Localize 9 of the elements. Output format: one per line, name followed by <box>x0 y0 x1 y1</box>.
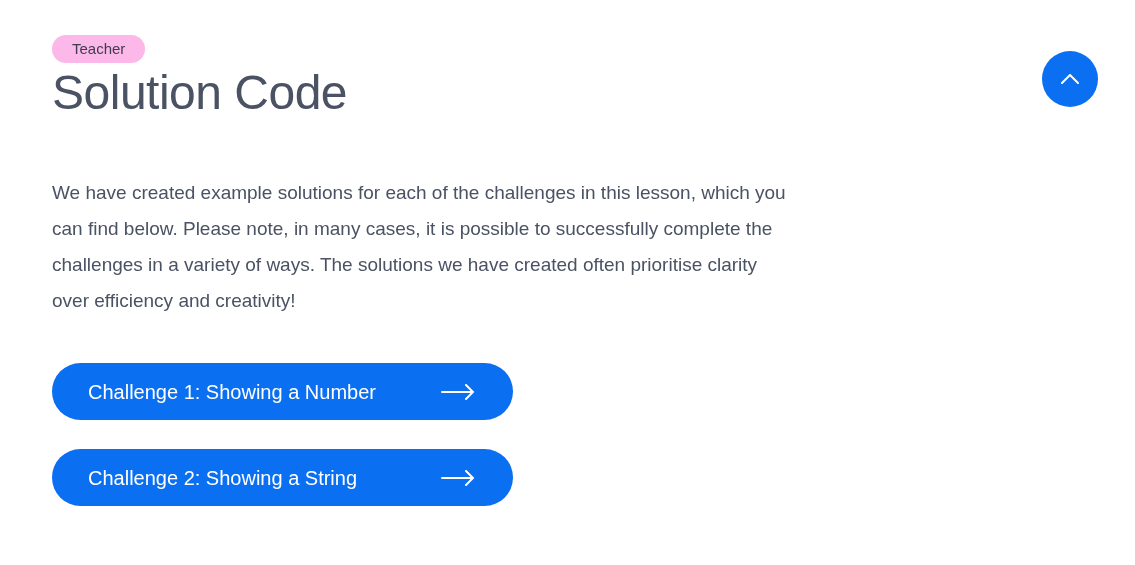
arrow-right-icon <box>441 469 475 486</box>
challenge-button[interactable]: Challenge 1: Showing a Number <box>52 363 513 420</box>
challenge-button[interactable]: Challenge 2: Showing a String <box>52 449 513 506</box>
page-title: Solution Code <box>52 65 348 121</box>
arrow-right-icon <box>441 383 475 400</box>
role-badge: Teacher <box>52 35 146 63</box>
chevron-up-icon <box>1061 74 1079 84</box>
scroll-to-top-button[interactable] <box>1042 51 1098 107</box>
description: We have created example solutions for each of the challenges in this lesson, which you can find below. Please note, in many cases, it is possible to successfully complete the challenges in a variety of ways. The solutions we have created often prioritise clarity over efficiency and creativity! <box>52 181 787 313</box>
